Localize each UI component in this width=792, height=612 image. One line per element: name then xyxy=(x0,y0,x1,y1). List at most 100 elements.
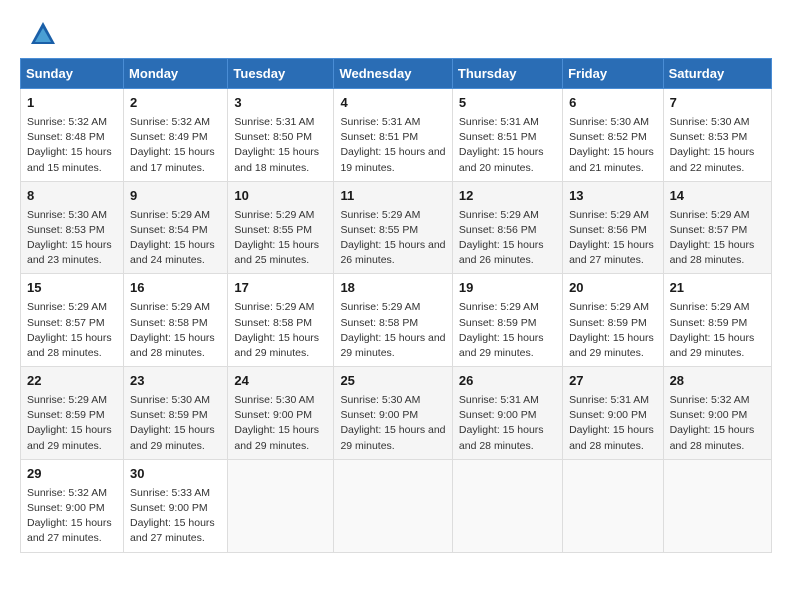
sunrise-label: Sunrise: 5:30 AM xyxy=(670,116,750,128)
calendar-cell xyxy=(452,459,562,552)
daylight-label: Daylight: 15 hours and 28 minutes. xyxy=(27,332,112,359)
day-number: 5 xyxy=(459,94,556,113)
day-number: 1 xyxy=(27,94,117,113)
sunrise-label: Sunrise: 5:29 AM xyxy=(130,301,210,313)
day-number: 26 xyxy=(459,372,556,391)
day-number: 6 xyxy=(569,94,657,113)
day-number: 23 xyxy=(130,372,221,391)
sunrise-label: Sunrise: 5:32 AM xyxy=(27,116,107,128)
sunrise-label: Sunrise: 5:31 AM xyxy=(234,116,314,128)
sunset-label: Sunset: 8:57 PM xyxy=(27,317,105,329)
sunset-label: Sunset: 8:58 PM xyxy=(340,317,418,329)
calendar-cell: 20Sunrise: 5:29 AMSunset: 8:59 PMDayligh… xyxy=(563,274,664,367)
sunset-label: Sunset: 8:49 PM xyxy=(130,131,208,143)
calendar-week-row: 8Sunrise: 5:30 AMSunset: 8:53 PMDaylight… xyxy=(21,181,772,274)
daylight-label: Daylight: 15 hours and 26 minutes. xyxy=(340,239,445,266)
sunset-label: Sunset: 8:59 PM xyxy=(670,317,748,329)
sunrise-label: Sunrise: 5:30 AM xyxy=(234,394,314,406)
daylight-label: Daylight: 15 hours and 26 minutes. xyxy=(459,239,544,266)
day-number: 20 xyxy=(569,279,657,298)
daylight-label: Daylight: 15 hours and 23 minutes. xyxy=(27,239,112,266)
calendar-week-row: 15Sunrise: 5:29 AMSunset: 8:57 PMDayligh… xyxy=(21,274,772,367)
sunset-label: Sunset: 9:00 PM xyxy=(459,409,537,421)
day-number: 28 xyxy=(670,372,765,391)
calendar-cell: 6Sunrise: 5:30 AMSunset: 8:52 PMDaylight… xyxy=(563,89,664,182)
sunset-label: Sunset: 8:52 PM xyxy=(569,131,647,143)
daylight-label: Daylight: 15 hours and 24 minutes. xyxy=(130,239,215,266)
daylight-label: Daylight: 15 hours and 29 minutes. xyxy=(27,424,112,451)
sunset-label: Sunset: 8:55 PM xyxy=(340,224,418,236)
day-number: 17 xyxy=(234,279,327,298)
sunrise-label: Sunrise: 5:29 AM xyxy=(234,301,314,313)
sunset-label: Sunset: 8:59 PM xyxy=(569,317,647,329)
sunset-label: Sunset: 9:00 PM xyxy=(27,502,105,514)
day-number: 24 xyxy=(234,372,327,391)
calendar-cell: 21Sunrise: 5:29 AMSunset: 8:59 PMDayligh… xyxy=(663,274,771,367)
sunrise-label: Sunrise: 5:30 AM xyxy=(340,394,420,406)
calendar-cell: 27Sunrise: 5:31 AMSunset: 9:00 PMDayligh… xyxy=(563,367,664,460)
day-number: 2 xyxy=(130,94,221,113)
sunset-label: Sunset: 8:50 PM xyxy=(234,131,312,143)
weekday-header-tuesday: Tuesday xyxy=(228,59,334,89)
day-number: 9 xyxy=(130,187,221,206)
daylight-label: Daylight: 15 hours and 18 minutes. xyxy=(234,146,319,173)
day-number: 25 xyxy=(340,372,445,391)
daylight-label: Daylight: 15 hours and 29 minutes. xyxy=(459,332,544,359)
daylight-label: Daylight: 15 hours and 28 minutes. xyxy=(670,424,755,451)
sunrise-label: Sunrise: 5:29 AM xyxy=(234,209,314,221)
sunset-label: Sunset: 8:59 PM xyxy=(27,409,105,421)
sunset-label: Sunset: 8:56 PM xyxy=(569,224,647,236)
sunset-label: Sunset: 8:57 PM xyxy=(670,224,748,236)
sunrise-label: Sunrise: 5:31 AM xyxy=(459,116,539,128)
daylight-label: Daylight: 15 hours and 28 minutes. xyxy=(569,424,654,451)
sunrise-label: Sunrise: 5:30 AM xyxy=(569,116,649,128)
daylight-label: Daylight: 15 hours and 27 minutes. xyxy=(130,517,215,544)
sunrise-label: Sunrise: 5:32 AM xyxy=(130,116,210,128)
sunset-label: Sunset: 8:53 PM xyxy=(27,224,105,236)
daylight-label: Daylight: 15 hours and 28 minutes. xyxy=(459,424,544,451)
calendar-table: SundayMondayTuesdayWednesdayThursdayFrid… xyxy=(20,58,772,553)
sunrise-label: Sunrise: 5:29 AM xyxy=(27,301,107,313)
daylight-label: Daylight: 15 hours and 20 minutes. xyxy=(459,146,544,173)
weekday-header-saturday: Saturday xyxy=(663,59,771,89)
daylight-label: Daylight: 15 hours and 28 minutes. xyxy=(670,239,755,266)
calendar-cell: 7Sunrise: 5:30 AMSunset: 8:53 PMDaylight… xyxy=(663,89,771,182)
day-number: 18 xyxy=(340,279,445,298)
sunset-label: Sunset: 8:55 PM xyxy=(234,224,312,236)
weekday-header-wednesday: Wednesday xyxy=(334,59,452,89)
calendar-week-row: 29Sunrise: 5:32 AMSunset: 9:00 PMDayligh… xyxy=(21,459,772,552)
day-number: 13 xyxy=(569,187,657,206)
daylight-label: Daylight: 15 hours and 22 minutes. xyxy=(670,146,755,173)
calendar-week-row: 1Sunrise: 5:32 AMSunset: 8:48 PMDaylight… xyxy=(21,89,772,182)
sunrise-label: Sunrise: 5:29 AM xyxy=(459,209,539,221)
day-number: 4 xyxy=(340,94,445,113)
sunrise-label: Sunrise: 5:29 AM xyxy=(670,209,750,221)
calendar-cell: 1Sunrise: 5:32 AMSunset: 8:48 PMDaylight… xyxy=(21,89,124,182)
sunrise-label: Sunrise: 5:33 AM xyxy=(130,487,210,499)
weekday-header-sunday: Sunday xyxy=(21,59,124,89)
sunset-label: Sunset: 9:00 PM xyxy=(340,409,418,421)
weekday-header-friday: Friday xyxy=(563,59,664,89)
sunrise-label: Sunrise: 5:29 AM xyxy=(670,301,750,313)
calendar-cell: 17Sunrise: 5:29 AMSunset: 8:58 PMDayligh… xyxy=(228,274,334,367)
sunset-label: Sunset: 8:59 PM xyxy=(130,409,208,421)
sunrise-label: Sunrise: 5:30 AM xyxy=(27,209,107,221)
calendar: SundayMondayTuesdayWednesdayThursdayFrid… xyxy=(10,58,782,563)
sunrise-label: Sunrise: 5:29 AM xyxy=(130,209,210,221)
day-number: 19 xyxy=(459,279,556,298)
daylight-label: Daylight: 15 hours and 29 minutes. xyxy=(130,424,215,451)
sunrise-label: Sunrise: 5:32 AM xyxy=(670,394,750,406)
sunrise-label: Sunrise: 5:29 AM xyxy=(459,301,539,313)
calendar-cell: 14Sunrise: 5:29 AMSunset: 8:57 PMDayligh… xyxy=(663,181,771,274)
calendar-cell: 4Sunrise: 5:31 AMSunset: 8:51 PMDaylight… xyxy=(334,89,452,182)
logo-icon xyxy=(29,35,57,52)
sunset-label: Sunset: 8:56 PM xyxy=(459,224,537,236)
sunrise-label: Sunrise: 5:29 AM xyxy=(340,209,420,221)
sunrise-label: Sunrise: 5:31 AM xyxy=(459,394,539,406)
daylight-label: Daylight: 15 hours and 29 minutes. xyxy=(670,332,755,359)
sunset-label: Sunset: 9:00 PM xyxy=(569,409,647,421)
daylight-label: Daylight: 15 hours and 19 minutes. xyxy=(340,146,445,173)
day-number: 7 xyxy=(670,94,765,113)
calendar-cell: 10Sunrise: 5:29 AMSunset: 8:55 PMDayligh… xyxy=(228,181,334,274)
calendar-cell: 29Sunrise: 5:32 AMSunset: 9:00 PMDayligh… xyxy=(21,459,124,552)
